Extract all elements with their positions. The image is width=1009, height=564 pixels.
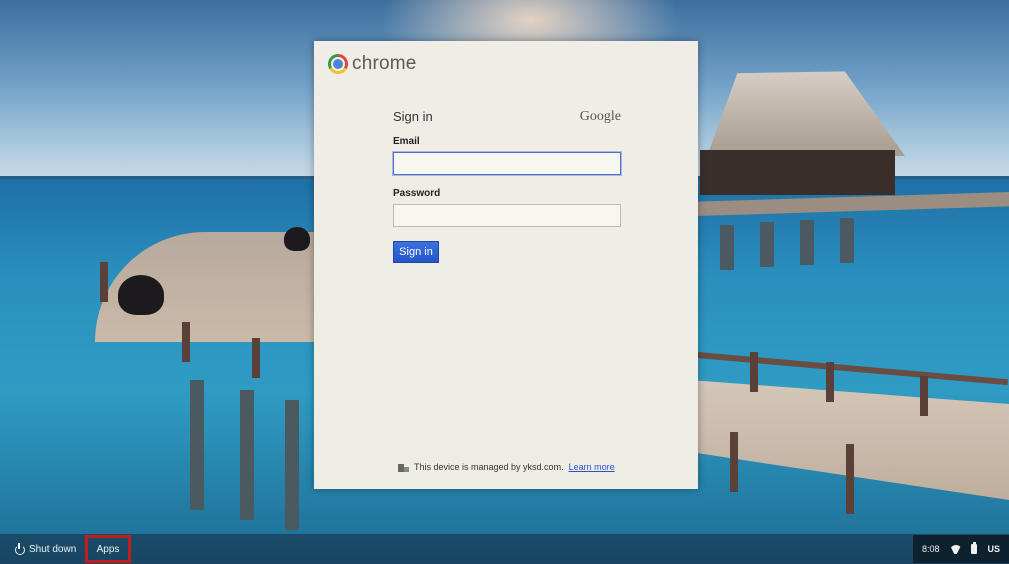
building-icon [398,463,409,472]
password-label: Password [393,188,441,199]
brand: chrome [328,53,417,75]
wallpaper-pile [190,380,204,510]
brand-name: chrome [352,53,417,74]
clock: 8:08 [921,544,940,554]
signin-title: Sign in [393,109,433,124]
wallpaper-hut [700,150,895,195]
password-field[interactable] [393,204,621,227]
shutdown-label: Shut down [29,544,77,555]
email-field[interactable] [393,152,621,175]
wallpaper-post [920,376,928,416]
wallpaper-post [750,352,758,392]
shelf [0,534,1009,564]
wallpaper-post [846,444,854,514]
status-tray[interactable]: 8:08 US [913,535,1009,563]
battery-icon [971,542,978,554]
wallpaper-pile [240,390,254,520]
wallpaper-pile [720,225,734,270]
power-icon [15,542,25,555]
wallpaper-post [182,322,190,362]
wallpaper-pile [760,222,774,267]
wallpaper-pile [800,220,814,265]
wallpaper-pile [840,218,854,263]
email-label: Email [393,136,420,147]
signin-button[interactable]: Sign in [393,241,439,263]
input-method-indicator: US [987,544,1000,554]
provider-label: Google [579,109,621,124]
wallpaper-post [826,362,834,402]
wifi-icon [950,545,962,554]
wallpaper-post [252,338,260,378]
wallpaper-post [100,262,108,302]
wallpaper-post [730,432,738,492]
wallpaper-urn [284,227,310,251]
chrome-logo-icon [328,54,348,74]
apps-label: Apps [96,543,120,555]
managed-notice: This device is managed by yksd.com. Lear… [398,462,615,472]
managed-text: This device is managed by yksd.com. [414,462,564,472]
signin-dialog: chrome Sign in Google Email Password Sig… [314,41,698,489]
wallpaper-pile [285,400,299,530]
apps-button[interactable]: Apps [85,535,131,563]
wallpaper-urn [118,275,164,315]
shutdown-button[interactable]: Shut down [12,537,79,562]
learn-more-link[interactable]: Learn more [569,462,615,472]
